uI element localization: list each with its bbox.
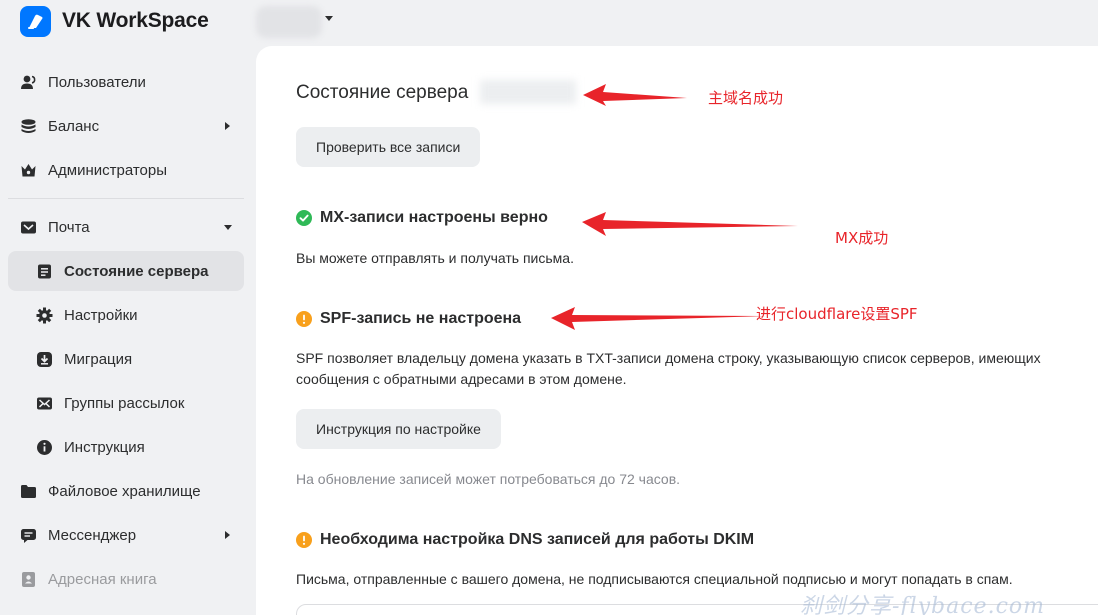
sidebar-item-label: Баланс	[48, 117, 100, 135]
watermark: 刹剑分享-flybace.com	[800, 594, 1046, 615]
domain-selector[interactable]	[256, 6, 322, 38]
chevron-right-icon	[225, 531, 230, 539]
page-title: Состояние сервера	[296, 82, 469, 103]
sidebar-item-users[interactable]: Пользователи	[8, 62, 244, 102]
sidebar-item-label: Администраторы	[48, 161, 168, 179]
sidebar-item-label: Группы рассылок	[64, 394, 185, 412]
check-circle-icon	[296, 210, 312, 226]
vk-workspace-logo-icon[interactable]	[20, 6, 51, 37]
address-book-icon	[22, 572, 35, 587]
sidebar-item-label: Пользователи	[48, 73, 146, 91]
crown-icon	[21, 164, 36, 177]
chevron-right-icon	[225, 122, 230, 130]
sidebar-item-label: Файловое хранилище	[48, 482, 201, 500]
sidebar-item-balance[interactable]: Баланс	[8, 106, 244, 146]
annotation-domain-success: 主域名成功	[708, 89, 784, 107]
warning-circle-icon	[296, 311, 312, 327]
migration-icon	[37, 352, 52, 367]
sidebar-item-server-status[interactable]: Состояние сервера	[8, 251, 244, 291]
top-bar: VK WorkSpace	[0, 0, 1098, 46]
sidebar-item-address-book[interactable]: Адресная книга	[8, 559, 244, 599]
coins-icon	[21, 119, 36, 133]
sidebar-item-label: Мессенджер	[48, 526, 137, 544]
messenger-icon	[21, 529, 36, 543]
blurred-domain-name	[480, 80, 576, 104]
sidebar: Пользователи Баланс Администраторы Почта	[0, 60, 256, 615]
chevron-down-icon[interactable]	[325, 16, 333, 21]
server-status-icon	[38, 264, 51, 279]
mx-status-title: MX-записи настроены верно	[320, 209, 548, 226]
folder-icon	[21, 485, 36, 498]
spf-description-line2: сообщения с обратными адресами в этом до…	[296, 371, 627, 387]
sidebar-item-mail[interactable]: Почта	[8, 207, 244, 247]
gear-icon	[36, 307, 53, 324]
sidebar-item-admins[interactable]: Администраторы	[8, 150, 244, 190]
sidebar-item-messenger[interactable]: Мессенджер	[8, 515, 244, 555]
annotation-spf-cloudflare: 进行cloudflare设置SPF	[756, 305, 918, 323]
chevron-down-icon	[224, 225, 232, 230]
sidebar-item-settings[interactable]: Настройки	[8, 295, 244, 335]
sidebar-item-label: Почта	[48, 218, 90, 236]
warning-circle-icon	[296, 532, 312, 548]
sidebar-item-mailing-groups[interactable]: Группы рассылок	[8, 383, 244, 423]
app-title[interactable]: VK WorkSpace	[62, 9, 209, 33]
sidebar-divider	[8, 198, 244, 199]
sidebar-item-label: Инструкция	[64, 438, 145, 456]
sidebar-item-label: Состояние сервера	[64, 262, 209, 280]
mx-status-text: Вы можете отправлять и получать письма.	[296, 250, 574, 266]
check-all-records-button[interactable]: Проверить все записи	[296, 127, 481, 167]
sidebar-item-label: Адресная книга	[48, 570, 157, 588]
users-icon	[21, 75, 36, 89]
dkim-status-title: Необходима настройка DNS записей для раб…	[320, 531, 755, 548]
dkim-status-text: Письма, отправленные с вашего домена, не…	[296, 571, 1013, 587]
sidebar-item-file-storage[interactable]: Файловое хранилище	[8, 471, 244, 511]
spf-status-title: SPF-запись не настроена	[320, 310, 522, 327]
annotation-mx-success: MX成功	[835, 229, 889, 247]
setup-instructions-button[interactable]: Инструкция по настройке	[296, 409, 501, 449]
mailing-groups-icon	[37, 397, 52, 410]
update-delay-note: На обновление записей может потребоватьс…	[296, 471, 681, 487]
sidebar-item-migration[interactable]: Миграция	[8, 339, 244, 379]
main-panel: Состояние сервера Проверить все записи M…	[256, 46, 1098, 615]
sidebar-item-instructions[interactable]: Инструкция	[8, 427, 244, 467]
sidebar-item-label: Миграция	[64, 350, 133, 368]
spf-description-line1: SPF позволяет владельцу домена указать в…	[296, 350, 1041, 366]
mail-icon	[21, 221, 36, 234]
sidebar-item-label: Настройки	[64, 306, 138, 324]
info-icon	[37, 440, 52, 455]
